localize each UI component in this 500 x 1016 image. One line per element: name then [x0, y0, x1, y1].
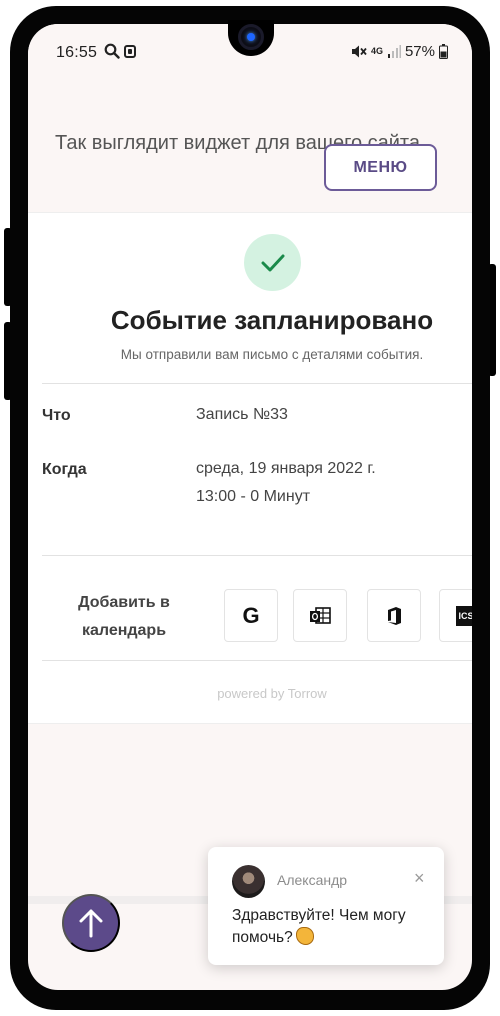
phone-screen: 16:55 4G 57% Так выглядит виджет для ваш…	[28, 24, 472, 990]
office365-calendar-icon	[388, 606, 401, 625]
agent-name: Александр	[277, 872, 348, 888]
google-calendar-icon: G	[242, 602, 260, 628]
network-type: 4G	[370, 46, 383, 56]
add-to-calendar-line2: календарь	[81, 622, 167, 639]
menu-button[interactable]: МЕНЮ	[324, 144, 437, 191]
divider	[42, 660, 472, 661]
ics-calendar-icon: ICS	[456, 605, 472, 626]
divider	[42, 555, 472, 556]
arrow-up-icon	[79, 909, 103, 938]
detail-value-what-line: Запись №33	[196, 406, 288, 423]
agent-avatar	[232, 865, 265, 898]
add-to-calendar-label: Добавить в календарь	[64, 589, 184, 645]
google-calendar-button[interactable]: G	[224, 589, 278, 642]
waving-hand-icon	[295, 927, 314, 945]
chat-message-text: Здравствуйте! Чем могу помочь?	[232, 907, 406, 946]
chat-popup[interactable]: Александр × Здравствуйте! Чем могу помоч…	[208, 847, 444, 965]
outlook-calendar-icon	[310, 606, 331, 624]
close-icon[interactable]: ×	[414, 869, 425, 887]
chat-message: Здравствуйте! Чем могу помочь?	[232, 905, 432, 949]
add-to-calendar-line1: Добавить в	[78, 594, 170, 611]
front-camera-icon	[238, 24, 264, 50]
signal-icon	[387, 45, 401, 58]
outlook-calendar-button[interactable]	[293, 589, 347, 642]
status-time: 16:55	[56, 44, 98, 61]
powered-by-link[interactable]: powered by Torrow	[28, 686, 472, 701]
success-badge	[244, 234, 301, 291]
battery-percent: 57%	[404, 43, 435, 60]
status-indicators: 4G 57%	[351, 43, 448, 60]
battery-icon	[439, 44, 448, 59]
detail-value-what: Запись №33	[196, 401, 288, 429]
notification-app-icon	[124, 45, 136, 58]
detail-value-when-date: среда, 19 января 2022 г.	[196, 460, 376, 477]
divider	[42, 383, 472, 384]
ics-calendar-button[interactable]: ICS	[439, 589, 472, 642]
detail-value-when-time: 13:00 - 0 Минут	[196, 488, 311, 505]
detail-value-when: среда, 19 января 2022 г. 13:00 - 0 Минут	[196, 455, 376, 511]
scroll-to-top-button[interactable]	[62, 894, 120, 952]
checkmark-icon	[261, 254, 284, 271]
mute-icon	[351, 45, 367, 58]
detail-label-when: Когда	[42, 461, 87, 478]
confirmation-subtitle: Мы отправили вам письмо с деталями событ…	[120, 347, 424, 362]
booking-confirmation-card: Событие запланировано Мы отправили вам п…	[28, 212, 472, 724]
confirmation-title: Событие запланировано	[110, 305, 434, 335]
detail-label-what: Что	[42, 407, 71, 424]
office365-calendar-button[interactable]	[367, 589, 421, 642]
search-icon	[104, 43, 120, 59]
phone-device: 16:55 4G 57% Так выглядит виджет для ваш…	[0, 0, 500, 1016]
